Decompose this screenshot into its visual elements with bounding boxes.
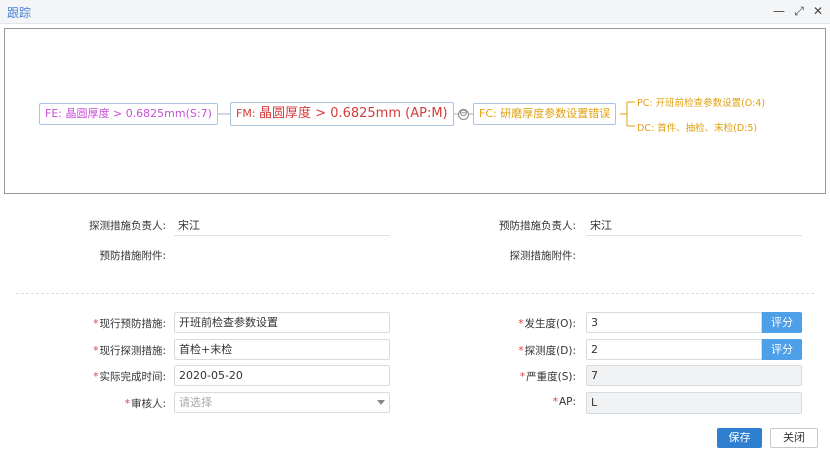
failure-chain-diagram: FE: 晶圆厚度 > 0.6825mm(S:7) FM: 晶圆厚度 > 0.68… (4, 28, 826, 194)
fc-node[interactable]: FC: 研磨厚度参数设置错误 (473, 103, 617, 125)
detect-owner-underline (174, 235, 390, 236)
close-icon[interactable]: ✕ (811, 4, 825, 18)
pc-node[interactable]: PC: 开班前检查参数设置(O:4) (637, 95, 765, 109)
occurrence-label-text: 发生度(O): (524, 318, 577, 330)
current-detection-label: *现行探测措施: (60, 343, 166, 358)
detection-label: *探测度(D): (470, 343, 576, 358)
ap-input: L (586, 392, 802, 414)
fm-node[interactable]: FM: 晶圆厚度 > 0.6825mm (AP:M) (230, 102, 454, 126)
current-prevention-label: *现行预防措施: (60, 316, 166, 331)
ap-label: *AP: (470, 396, 576, 408)
detect-owner-label: 探测措施负责人: (88, 220, 166, 232)
reviewer-label: *审核人: (60, 396, 166, 411)
completion-time-input[interactable]: 2020-05-20 (174, 365, 390, 386)
severity-label: *严重度(S): (470, 369, 576, 384)
maximize-icon[interactable]: ⤢ (792, 4, 806, 18)
fe-node[interactable]: FE: 晶圆厚度 > 0.6825mm(S:7) (39, 103, 218, 125)
current-prevention-label-text: 现行预防措施: (99, 318, 166, 330)
detect-attachment-label: 探测措施附件: (509, 250, 576, 262)
completion-time-label-text: 实际完成时间: (99, 371, 166, 383)
section-divider (16, 293, 814, 294)
required-mark: * (552, 396, 558, 408)
title-bar: 跟踪 — ⤢ ✕ (0, 0, 830, 24)
ap-label-text: AP: (558, 396, 576, 408)
detection-label-text: 探测度(D): (524, 345, 576, 357)
completion-time-label: *实际完成时间: (60, 369, 166, 384)
current-detection-input[interactable]: 首检+末检 (174, 339, 390, 360)
required-mark: * (519, 371, 526, 383)
required-mark: * (93, 345, 99, 357)
prevent-attachment-label: 预防措施附件: (99, 250, 166, 262)
required-mark: * (518, 345, 524, 357)
prevent-owner-label: 预防措施负责人: (498, 220, 576, 232)
save-button[interactable]: 保存 (717, 428, 762, 448)
severity-input: 7 (586, 365, 802, 386)
detection-score-button[interactable]: 评分 (762, 339, 802, 360)
current-prevention-input[interactable]: 开班前检查参数设置 (174, 312, 390, 333)
required-mark: * (93, 371, 99, 383)
current-detection-label-text: 现行探测措施: (99, 345, 166, 357)
required-mark: * (518, 318, 524, 330)
window-title: 跟踪 (7, 6, 32, 20)
prevent-owner-value: 宋江 (590, 219, 612, 232)
fm-prefix: FM: (236, 107, 260, 120)
detect-owner-value: 宋江 (178, 219, 200, 232)
collapse-icon[interactable]: ⊖ (458, 109, 469, 120)
prevent-owner-underline (586, 235, 802, 236)
reviewer-placeholder: 请选择 (179, 396, 212, 409)
minimize-icon[interactable]: — (772, 4, 786, 18)
reviewer-select[interactable]: 请选择 (174, 392, 390, 413)
occurrence-input[interactable]: 3 (586, 312, 762, 333)
close-button[interactable]: 关闭 (770, 428, 818, 448)
chevron-down-icon (377, 400, 385, 405)
fm-text: 晶圆厚度 > 0.6825mm (AP:M) (259, 106, 448, 121)
severity-label-text: 严重度(S): (526, 371, 576, 383)
occurrence-label: *发生度(O): (470, 316, 576, 331)
required-mark: * (124, 398, 130, 410)
reviewer-label-text: 审核人: (130, 398, 166, 410)
dc-node[interactable]: DC: 首件、抽检、末检(D:5) (637, 120, 757, 134)
required-mark: * (93, 318, 99, 330)
occurrence-score-button[interactable]: 评分 (762, 312, 802, 333)
detection-input[interactable]: 2 (586, 339, 762, 360)
